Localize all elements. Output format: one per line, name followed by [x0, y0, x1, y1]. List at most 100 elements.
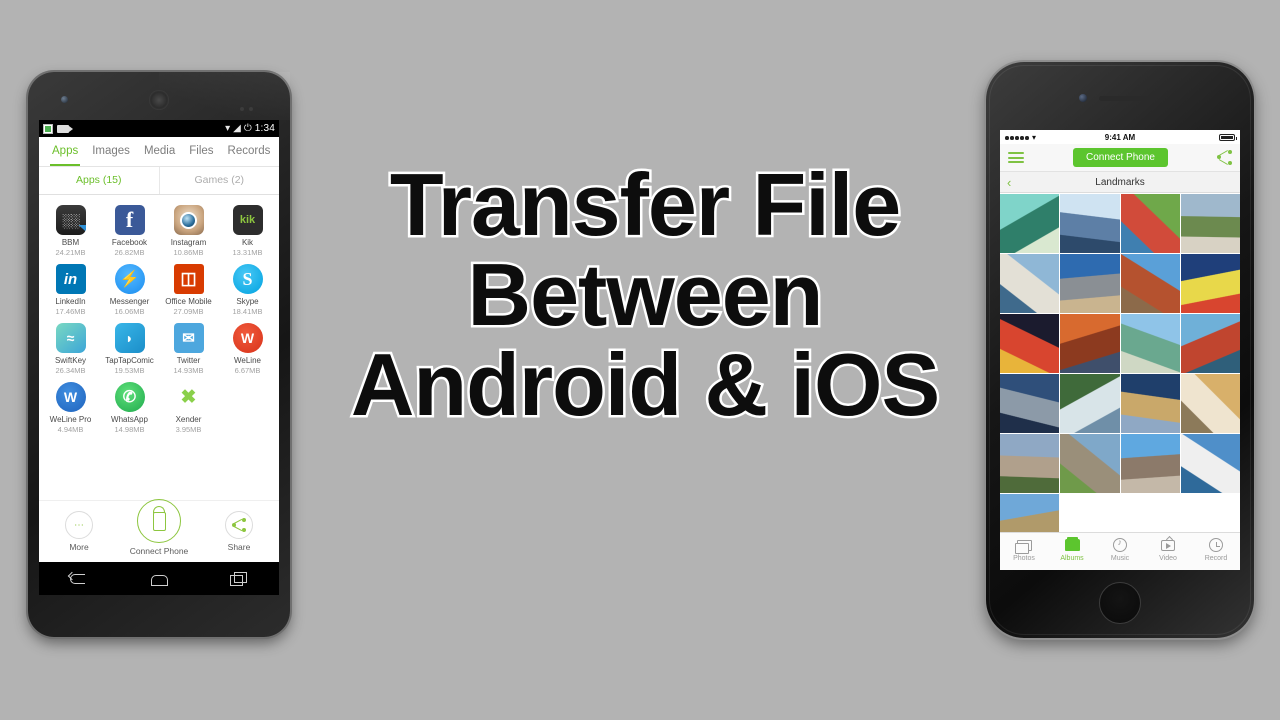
- tab-albums[interactable]: Albums: [1048, 533, 1096, 570]
- skype-icon: S: [232, 264, 263, 294]
- android-category-tabs[interactable]: Apps Images Media Files Records: [39, 137, 279, 167]
- ios-nav-title: Landmarks: [1095, 176, 1145, 188]
- app-size: 3.95MB: [175, 425, 202, 434]
- tab-files[interactable]: Files: [182, 137, 220, 166]
- ios-navigation-bar: ‹ Landmarks: [1000, 172, 1240, 193]
- photo-thumbnail[interactable]: [1000, 374, 1060, 433]
- twitter-icon: ✉: [173, 323, 204, 353]
- android-screen: ▾ ◢ ⏻ 1:34 Apps Images Media Files Recor…: [39, 120, 279, 562]
- app-cell[interactable]: W WeLine Pro 4.94MB: [41, 378, 100, 435]
- connect-phone-button[interactable]: Connect Phone: [1073, 148, 1168, 167]
- weline-pro-icon: W: [55, 382, 86, 412]
- tab-music-label: Music: [1110, 555, 1130, 562]
- app-cell[interactable]: ✖ Xender 3.95MB: [159, 378, 218, 435]
- photos-icon: [1000, 537, 1048, 554]
- photo-thumbnail[interactable]: [1180, 314, 1240, 373]
- app-size: 24.21MB: [55, 248, 86, 257]
- video-icon: [1144, 537, 1192, 553]
- app-name: LinkedIn: [55, 297, 86, 306]
- app-cell[interactable]: ✉ Twitter 14.93MB: [159, 319, 218, 376]
- photo-thumbnail[interactable]: [1000, 434, 1060, 493]
- back-button-icon[interactable]: [66, 570, 92, 588]
- app-cell[interactable]: ⚡ Messenger 16.06MB: [100, 260, 159, 317]
- photo-thumbnail[interactable]: [1000, 194, 1060, 253]
- tab-media[interactable]: Media: [137, 137, 182, 166]
- earpiece-speaker: [149, 90, 169, 110]
- battery-icon: [1219, 133, 1237, 141]
- app-cell[interactable]: kik Kik 13.31MB: [218, 201, 277, 258]
- ios-tab-bar[interactable]: Photos Albums Music Video Record: [1000, 532, 1240, 570]
- photo-thumbnail[interactable]: [1060, 254, 1120, 313]
- hamburger-menu-icon[interactable]: [1008, 150, 1024, 166]
- proximity-sensor: [240, 98, 262, 111]
- share-button[interactable]: Share: [204, 511, 274, 552]
- app-name: WeLine: [234, 356, 261, 365]
- home-button-icon[interactable]: [146, 570, 172, 588]
- tab-apps[interactable]: Apps: [45, 137, 85, 166]
- android-navigation-bar[interactable]: [39, 562, 279, 595]
- photo-thumbnail[interactable]: [1060, 314, 1120, 373]
- record-icon: [1192, 537, 1240, 553]
- photo-thumbnail[interactable]: [1120, 374, 1180, 433]
- tab-images[interactable]: Images: [85, 137, 137, 166]
- photo-thumbnail[interactable]: [1060, 194, 1120, 253]
- more-button[interactable]: ⋯ More: [44, 511, 114, 552]
- app-cell[interactable]: S Skype 18.41MB: [218, 260, 277, 317]
- photo-thumbnail[interactable]: [1180, 254, 1240, 313]
- app-name: Xender: [175, 415, 202, 424]
- app-size: 6.67MB: [234, 366, 261, 375]
- front-camera-icon: [1079, 94, 1087, 102]
- photo-thumbnail[interactable]: [1180, 434, 1240, 493]
- app-size: 26.34MB: [55, 366, 86, 375]
- tab-records[interactable]: Records: [221, 137, 278, 166]
- photo-thumbnail[interactable]: [1000, 254, 1060, 313]
- spreadsheet-icon: [43, 123, 53, 134]
- connect-phone-button[interactable]: Connect Phone: [124, 499, 194, 556]
- subtab-apps[interactable]: Apps (15): [39, 167, 159, 194]
- photo-thumbnail[interactable]: [1120, 194, 1180, 253]
- office-mobile-icon: ◫: [173, 264, 204, 294]
- swiftkey-icon: ≈: [55, 323, 86, 353]
- app-cell[interactable]: ◫ Office Mobile 27.09MB: [159, 260, 218, 317]
- photo-thumbnail[interactable]: [1120, 314, 1180, 373]
- photo-grid: [1000, 193, 1240, 553]
- app-name: Messenger: [109, 297, 150, 306]
- app-cell[interactable]: ◗ TapTapComic 19.53MB: [100, 319, 159, 376]
- photo-thumbnail[interactable]: [1180, 194, 1240, 253]
- home-button[interactable]: [1099, 582, 1141, 624]
- app-name: Facebook: [111, 238, 148, 247]
- weline-icon: W: [232, 323, 263, 353]
- battery-icon: ⏻: [243, 123, 252, 134]
- app-cell[interactable]: in LinkedIn 17.46MB: [41, 260, 100, 317]
- share-glyph: [232, 518, 246, 532]
- photo-thumbnail[interactable]: [1120, 254, 1180, 313]
- android-sub-tabs[interactable]: Apps (15) Games (2): [39, 167, 279, 195]
- tab-music[interactable]: Music: [1096, 533, 1144, 570]
- tab-record[interactable]: Record: [1192, 533, 1240, 570]
- app-cell[interactable]: f Facebook 26.82MB: [100, 201, 159, 258]
- app-cell[interactable]: ✆ WhatsApp 14.98MB: [100, 378, 159, 435]
- app-size: 10.86MB: [173, 248, 204, 257]
- tab-video[interactable]: Video: [1144, 533, 1192, 570]
- photo-thumbnail[interactable]: [1060, 374, 1120, 433]
- photo-thumbnail[interactable]: [1060, 434, 1120, 493]
- tab-record-label: Record: [1204, 555, 1228, 562]
- status-system-icons: ▾ ◢ ⏻ 1:34: [225, 123, 275, 134]
- recents-button-icon[interactable]: [226, 570, 252, 588]
- subtab-games[interactable]: Games (2): [158, 167, 280, 194]
- status-notification-icons: [43, 123, 73, 134]
- share-label: Share: [227, 542, 251, 552]
- android-phone-device: ▾ ◢ ⏻ 1:34 Apps Images Media Files Recor…: [28, 72, 290, 637]
- app-cell[interactable]: Instagram 10.86MB: [159, 201, 218, 258]
- bbm-icon: ░░: [55, 205, 86, 235]
- photo-thumbnail[interactable]: [1120, 434, 1180, 493]
- photo-thumbnail[interactable]: [1180, 374, 1240, 433]
- signal-icon: ◢: [233, 123, 241, 134]
- app-cell[interactable]: W WeLine 6.67MB: [218, 319, 277, 376]
- android-action-bar: ⋯ More Connect Phone Share: [39, 499, 279, 562]
- share-icon[interactable]: [1216, 150, 1232, 165]
- tab-photos[interactable]: Photos: [1000, 533, 1048, 570]
- app-cell[interactable]: ≈ SwiftKey 26.34MB: [41, 319, 100, 376]
- photo-thumbnail[interactable]: [1000, 314, 1060, 373]
- app-cell[interactable]: ░░ BBM 24.21MB: [41, 201, 100, 258]
